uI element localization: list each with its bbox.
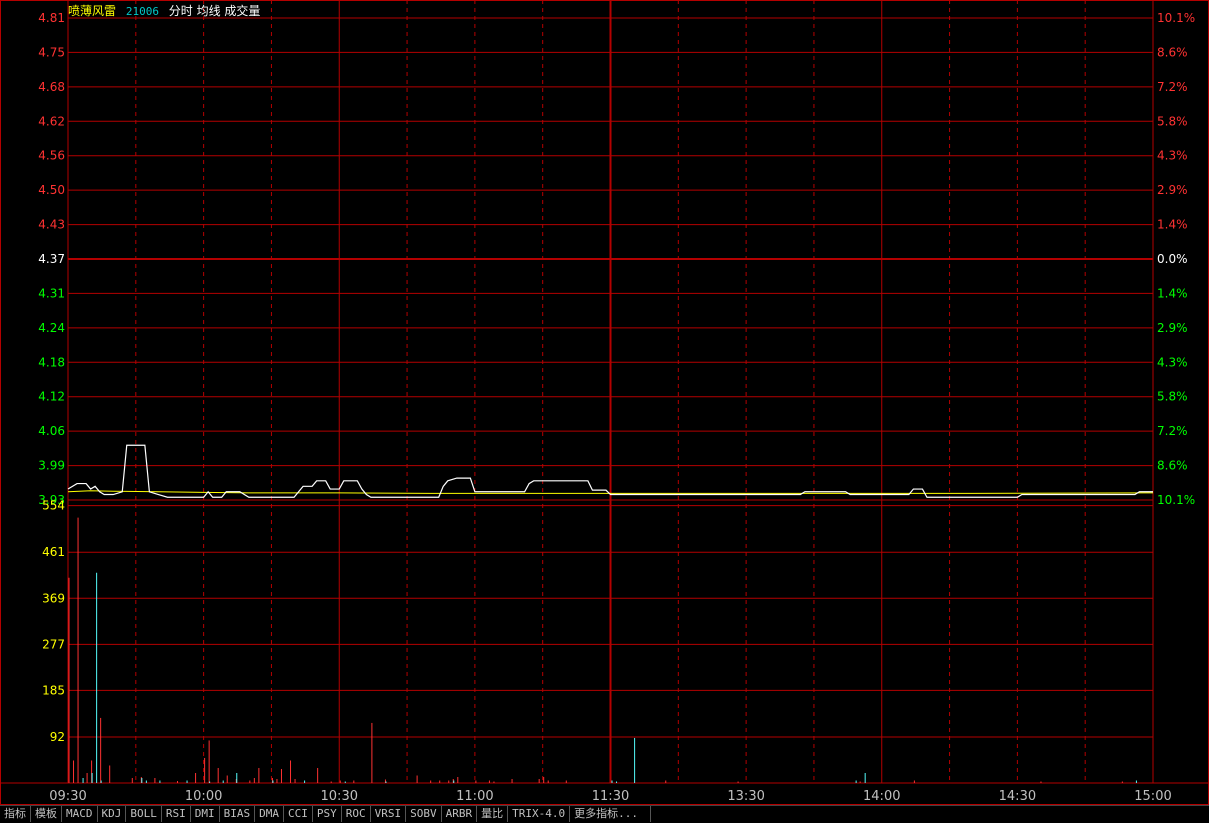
volume-tick-label: 92 [50, 730, 65, 744]
pct-tick-label: 0.0% [1157, 252, 1188, 266]
price-tick-label: 4.37 [38, 252, 65, 266]
price-tick-label: 4.18 [38, 355, 65, 369]
tab-8[interactable]: DMA [255, 806, 284, 822]
pct-tick-label: 2.9% [1157, 321, 1188, 335]
price-tick-label: 4.68 [38, 80, 65, 94]
pct-tick-label: 8.6% [1157, 45, 1188, 59]
tab-13[interactable]: SOBV [406, 806, 442, 822]
price-tick-label: 4.31 [38, 286, 65, 300]
tab-3[interactable]: KDJ [98, 806, 127, 822]
price-tick-label: 4.81 [38, 11, 65, 25]
pct-tick-label: 5.8% [1157, 114, 1188, 128]
volume-tick-label: 461 [42, 545, 65, 559]
time-tick-label: 10:00 [185, 789, 222, 804]
volume-tick-label: 554 [42, 499, 65, 513]
tab-14[interactable]: ARBR [442, 806, 478, 822]
tab-15[interactable]: 量比 [477, 806, 509, 822]
pct-tick-label: 4.3% [1157, 355, 1188, 369]
time-tick-label: 15:00 [1134, 789, 1171, 804]
price-tick-label: 4.24 [38, 321, 65, 335]
indicator-tab-bar: 指标 模板 MACD KDJ BOLL RSI DMI BIAS DMA CCI PSY ROC VRS… [0, 805, 1209, 823]
time-tick-label: 09:30 [49, 789, 86, 804]
pct-tick-label: 8.6% [1157, 459, 1188, 473]
price-tick-label: 4.12 [38, 390, 65, 404]
price-tick-label: 4.43 [38, 218, 65, 232]
time-tick-label: 11:00 [456, 789, 493, 804]
pct-tick-label: 1.4% [1157, 286, 1188, 300]
price-tick-label: 4.62 [38, 114, 65, 128]
price-tick-label: 4.56 [38, 149, 65, 163]
tab-10[interactable]: PSY [313, 806, 342, 822]
tab-5[interactable]: RSI [162, 806, 191, 822]
tab-4[interactable]: BOLL [126, 806, 162, 822]
pct-tick-label: 7.2% [1157, 424, 1188, 438]
time-tick-label: 10:30 [321, 789, 358, 804]
volume-tick-label: 185 [42, 683, 65, 697]
price-tick-label: 4.06 [38, 424, 65, 438]
volume-tick-label: 277 [42, 637, 65, 651]
intraday-chart: 4.81 10.1% 4.75 8.6% 4.68 7.2% 4.62 5.8% 4.56 4.3… [0, 0, 1209, 805]
pct-tick-label: 4.3% [1157, 149, 1188, 163]
chart-header: 喷薄风雷 21006 分时 均线 成交量 [68, 2, 266, 18]
tab-1[interactable]: 模板 [31, 806, 62, 822]
stock-code: 21006 [125, 5, 159, 18]
volume-tick-label: 369 [42, 591, 65, 605]
time-tick-label: 14:00 [863, 789, 900, 804]
tab-16[interactable]: TRIX-4.0 [508, 806, 571, 822]
pct-tick-label: 10.1% [1157, 11, 1195, 25]
price-tick-label: 3.99 [38, 459, 65, 473]
price-tick-label: 4.75 [38, 45, 65, 59]
tab-7[interactable]: BIAS [220, 806, 256, 822]
time-tick-label: 14:30 [999, 789, 1036, 804]
pct-tick-label: 5.8% [1157, 390, 1188, 404]
chart-items-label: 分时 均线 成交量 [168, 4, 261, 18]
tab-0[interactable]: 指标 [0, 806, 31, 822]
pct-tick-label: 10.1% [1157, 493, 1195, 507]
stock-name: 喷薄风雷 [68, 4, 117, 18]
pct-tick-label: 7.2% [1157, 80, 1188, 94]
price-tick-label: 4.50 [38, 183, 65, 197]
pct-tick-label: 2.9% [1157, 183, 1188, 197]
time-tick-label: 11:30 [592, 789, 629, 804]
time-tick-label: 13:30 [727, 789, 764, 804]
tab-6[interactable]: DMI [191, 806, 220, 822]
tab-9[interactable]: CCI [284, 806, 313, 822]
tab-12[interactable]: VRSI [371, 806, 407, 822]
tab-11[interactable]: ROC [342, 806, 371, 822]
pct-tick-label: 1.4% [1157, 218, 1188, 232]
tab-17[interactable]: 更多指标... [570, 806, 651, 822]
tab-2[interactable]: MACD [62, 806, 98, 822]
